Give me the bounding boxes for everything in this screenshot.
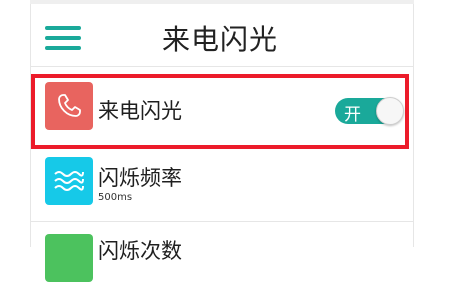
page-title: 来电闪光 [162,23,279,56]
count-icon [45,234,93,282]
setting-value: 500ms [98,192,133,203]
wave-icon [45,157,93,205]
setting-label: 闪烁频率 [98,166,182,190]
setting-label: 闪烁次数 [98,239,182,263]
setting-row-flash-count[interactable]: 闪烁次数 [30,224,414,282]
hamburger-menu-icon[interactable] [45,26,81,50]
header-divider [30,66,414,67]
row-divider [30,221,414,222]
setting-row-flash-frequency[interactable]: 闪烁频率 500ms [30,150,414,220]
highlight-frame [31,74,409,149]
status-bar-strip [30,0,414,4]
